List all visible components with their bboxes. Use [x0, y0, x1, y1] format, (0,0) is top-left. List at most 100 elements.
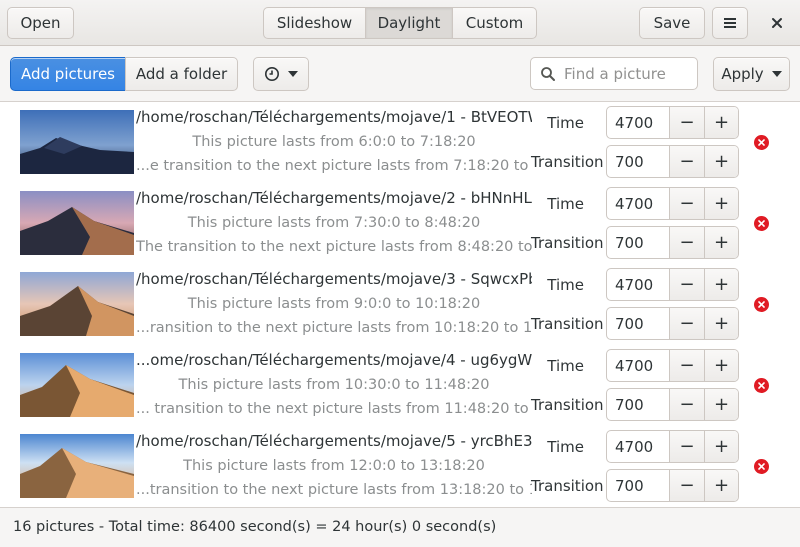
- time-value[interactable]: 4700: [607, 431, 670, 462]
- time-increment-button[interactable]: +: [704, 350, 738, 381]
- transition-value[interactable]: 700: [607, 470, 670, 501]
- minus-icon: −: [679, 193, 695, 214]
- remove-picture-button[interactable]: [754, 459, 769, 474]
- time-decrement-button[interactable]: −: [670, 431, 704, 462]
- transition-spinbutton[interactable]: 700 − +: [606, 145, 739, 178]
- remove-picture-button[interactable]: [754, 135, 769, 150]
- status-bar: 16 pictures - Total time: 86400 second(s…: [0, 507, 800, 547]
- search-field[interactable]: Find a picture: [530, 57, 698, 90]
- transition-increment-button[interactable]: +: [704, 389, 738, 420]
- add-pictures-label: Add pictures: [20, 65, 115, 83]
- transition-value[interactable]: 700: [607, 308, 670, 339]
- time-decrement-button[interactable]: −: [670, 188, 704, 219]
- search-placeholder: Find a picture: [564, 64, 666, 83]
- timer-menu-button[interactable]: [253, 57, 309, 91]
- remove-picture-button[interactable]: [754, 297, 769, 312]
- time-increment-button[interactable]: +: [704, 269, 738, 300]
- time-decrement-button[interactable]: −: [670, 269, 704, 300]
- minus-icon: −: [679, 394, 695, 415]
- save-button[interactable]: Save: [639, 7, 705, 39]
- minus-icon: −: [679, 475, 695, 496]
- time-label: Time: [547, 195, 584, 213]
- remove-icon: [758, 382, 765, 389]
- transition-value[interactable]: 700: [607, 389, 670, 420]
- transition-spinbutton[interactable]: 700 − +: [606, 226, 739, 259]
- mode-custom-button[interactable]: Custom: [453, 8, 536, 38]
- time-label: Time: [547, 114, 584, 132]
- remove-picture-button[interactable]: [754, 378, 769, 393]
- transition-decrement-button[interactable]: −: [670, 227, 704, 258]
- minus-icon: −: [679, 355, 695, 376]
- time-value[interactable]: 4700: [607, 269, 670, 300]
- transition-value[interactable]: 700: [607, 227, 670, 258]
- hamburger-menu-icon: [724, 18, 736, 28]
- picture-path: /home/roschan/Téléchargements/mojave/1 -…: [136, 108, 532, 126]
- plus-icon: +: [713, 394, 730, 415]
- remove-icon: [758, 220, 765, 227]
- mode-daylight-button[interactable]: Daylight: [366, 8, 453, 38]
- time-spinbutton[interactable]: 4700 − +: [606, 106, 739, 139]
- add-pictures-button[interactable]: Add pictures: [10, 57, 126, 91]
- time-value[interactable]: 4700: [607, 107, 670, 138]
- time-value[interactable]: 4700: [607, 188, 670, 219]
- picture-duration-text: This picture lasts from 10:30:0 to 11:48…: [178, 377, 490, 393]
- transition-value[interactable]: 700: [607, 146, 670, 177]
- plus-icon: +: [713, 193, 730, 214]
- transition-spinbutton[interactable]: 700 − +: [606, 388, 739, 421]
- plus-icon: +: [713, 475, 730, 496]
- time-label: Time: [547, 438, 584, 456]
- close-icon: [772, 18, 782, 28]
- time-decrement-button[interactable]: −: [670, 350, 704, 381]
- picture-path: ...ome/roschan/Téléchargements/mojave/4 …: [136, 351, 532, 369]
- time-spinbutton[interactable]: 4700 − +: [606, 268, 739, 301]
- transition-increment-button[interactable]: +: [704, 308, 738, 339]
- remove-picture-button[interactable]: [754, 216, 769, 231]
- mode-switcher: Slideshow Daylight Custom: [263, 7, 537, 39]
- minus-icon: −: [679, 232, 695, 253]
- picture-thumbnail: [20, 272, 134, 336]
- time-spinbutton[interactable]: 4700 − +: [606, 349, 739, 382]
- transition-spinbutton[interactable]: 700 − +: [606, 469, 739, 502]
- minus-icon: −: [679, 436, 695, 457]
- time-increment-button[interactable]: +: [704, 431, 738, 462]
- header-bar: Open Slideshow Daylight Custom Save: [0, 0, 800, 46]
- time-label: Time: [547, 357, 584, 375]
- transition-increment-button[interactable]: +: [704, 227, 738, 258]
- minus-icon: −: [679, 112, 695, 133]
- open-button[interactable]: Open: [7, 7, 74, 39]
- transition-label: Transition: [531, 153, 604, 171]
- clock-icon: [265, 67, 279, 81]
- plus-icon: +: [713, 313, 730, 334]
- time-decrement-button[interactable]: −: [670, 107, 704, 138]
- add-folder-label: Add a folder: [135, 65, 228, 83]
- transition-decrement-button[interactable]: −: [670, 470, 704, 501]
- time-value[interactable]: 4700: [607, 350, 670, 381]
- menu-button[interactable]: [712, 7, 748, 39]
- picture-duration-text: This picture lasts from 12:0:0 to 13:18:…: [183, 458, 485, 474]
- time-increment-button[interactable]: +: [704, 107, 738, 138]
- transition-label: Transition: [531, 396, 604, 414]
- picture-thumbnail: [20, 110, 134, 174]
- transition-increment-button[interactable]: +: [704, 470, 738, 501]
- search-icon: [541, 66, 555, 81]
- transition-increment-button[interactable]: +: [704, 146, 738, 177]
- transition-label: Transition: [531, 315, 604, 333]
- time-increment-button[interactable]: +: [704, 188, 738, 219]
- apply-button[interactable]: Apply: [713, 57, 790, 91]
- plus-icon: +: [713, 112, 730, 133]
- time-spinbutton[interactable]: 4700 − +: [606, 187, 739, 220]
- transition-decrement-button[interactable]: −: [670, 146, 704, 177]
- transition-decrement-button[interactable]: −: [670, 389, 704, 420]
- apply-label: Apply: [721, 65, 764, 83]
- picture-duration-text: This picture lasts from 9:0:0 to 10:18:2…: [187, 296, 481, 312]
- mode-daylight-label: Daylight: [377, 14, 441, 32]
- list-item: /home/roschan/Téléchargements/mojave/1 -…: [0, 102, 800, 183]
- mode-slideshow-button[interactable]: Slideshow: [264, 8, 366, 38]
- add-folder-button[interactable]: Add a folder: [125, 57, 238, 91]
- picture-transition-text: ...ransition to the next picture lasts f…: [136, 320, 532, 336]
- transition-spinbutton[interactable]: 700 − +: [606, 307, 739, 340]
- plus-icon: +: [713, 355, 730, 376]
- transition-decrement-button[interactable]: −: [670, 308, 704, 339]
- window-close-button[interactable]: [760, 7, 794, 39]
- time-spinbutton[interactable]: 4700 − +: [606, 430, 739, 463]
